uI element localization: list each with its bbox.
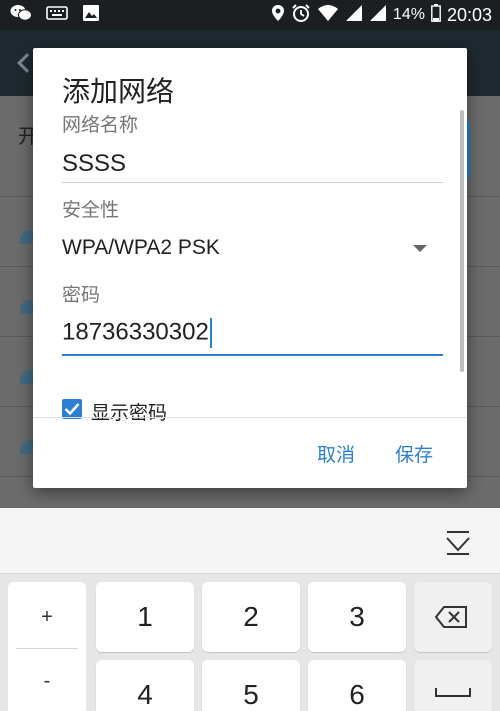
key-3[interactable]: 3 (308, 582, 406, 652)
security-select[interactable]: WPA/WPA2 PSK (62, 236, 220, 260)
system-icons: 14% 20:03 (271, 4, 492, 26)
show-password-checkbox[interactable] (62, 399, 82, 419)
collapse-keyboard-icon[interactable] (444, 526, 472, 558)
keyboard-icon (46, 5, 68, 25)
security-label: 安全性 (62, 199, 120, 221)
ssid-label: 网络名称 (62, 114, 139, 136)
plus-key[interactable]: + (8, 606, 86, 629)
wifi-icon (317, 4, 339, 26)
backspace-key[interactable] (414, 582, 492, 652)
dialog-divider (33, 417, 467, 418)
space-key[interactable] (414, 660, 492, 711)
signal-2-icon (369, 4, 387, 26)
alarm-icon (291, 3, 311, 27)
notification-icons (10, 5, 100, 25)
password-underline (62, 354, 443, 356)
key-5[interactable]: 5 (202, 660, 300, 711)
save-button[interactable]: 保存 (395, 440, 433, 467)
numeric-keyboard: + - 1 2 3 4 5 6 (0, 574, 500, 711)
ssid-input[interactable]: SSSS (62, 150, 126, 178)
location-icon (271, 4, 285, 26)
wechat-icon (10, 4, 32, 26)
signal-icon (345, 4, 363, 26)
cancel-button[interactable]: 取消 (317, 440, 355, 467)
add-network-dialog: 添加网络 网络名称 SSSS 安全性 WPA/WPA2 PSK 密码 18736… (33, 48, 467, 488)
password-input[interactable]: 18736330302 (62, 318, 209, 345)
dialog-title: 添加网络 (62, 75, 175, 108)
ssid-underline (62, 182, 443, 183)
symbol-column: + - (8, 582, 86, 711)
status-bar: 14% 20:03 (0, 0, 500, 30)
battery-icon (431, 4, 441, 26)
key-2[interactable]: 2 (202, 582, 300, 652)
minus-key[interactable]: - (8, 670, 86, 693)
backspace-icon (434, 606, 467, 628)
space-icon (435, 688, 471, 697)
text-cursor (209, 318, 212, 348)
dropdown-arrow-icon[interactable] (413, 245, 427, 252)
key-4[interactable]: 4 (96, 660, 194, 711)
checkmark-icon (64, 403, 80, 416)
key-1[interactable]: 1 (96, 582, 194, 652)
show-password-label[interactable]: 显示密码 (91, 398, 167, 425)
dialog-scrollbar[interactable] (460, 110, 464, 372)
keyboard-toolbar (0, 508, 500, 574)
clock: 20:03 (446, 4, 492, 25)
battery-percent: 14% (392, 6, 425, 23)
image-icon (82, 4, 100, 26)
password-label: 密码 (62, 284, 101, 306)
password-input-wrap[interactable]: 18736330302 (62, 318, 212, 348)
symbol-separator (16, 648, 78, 649)
key-6[interactable]: 6 (308, 660, 406, 711)
